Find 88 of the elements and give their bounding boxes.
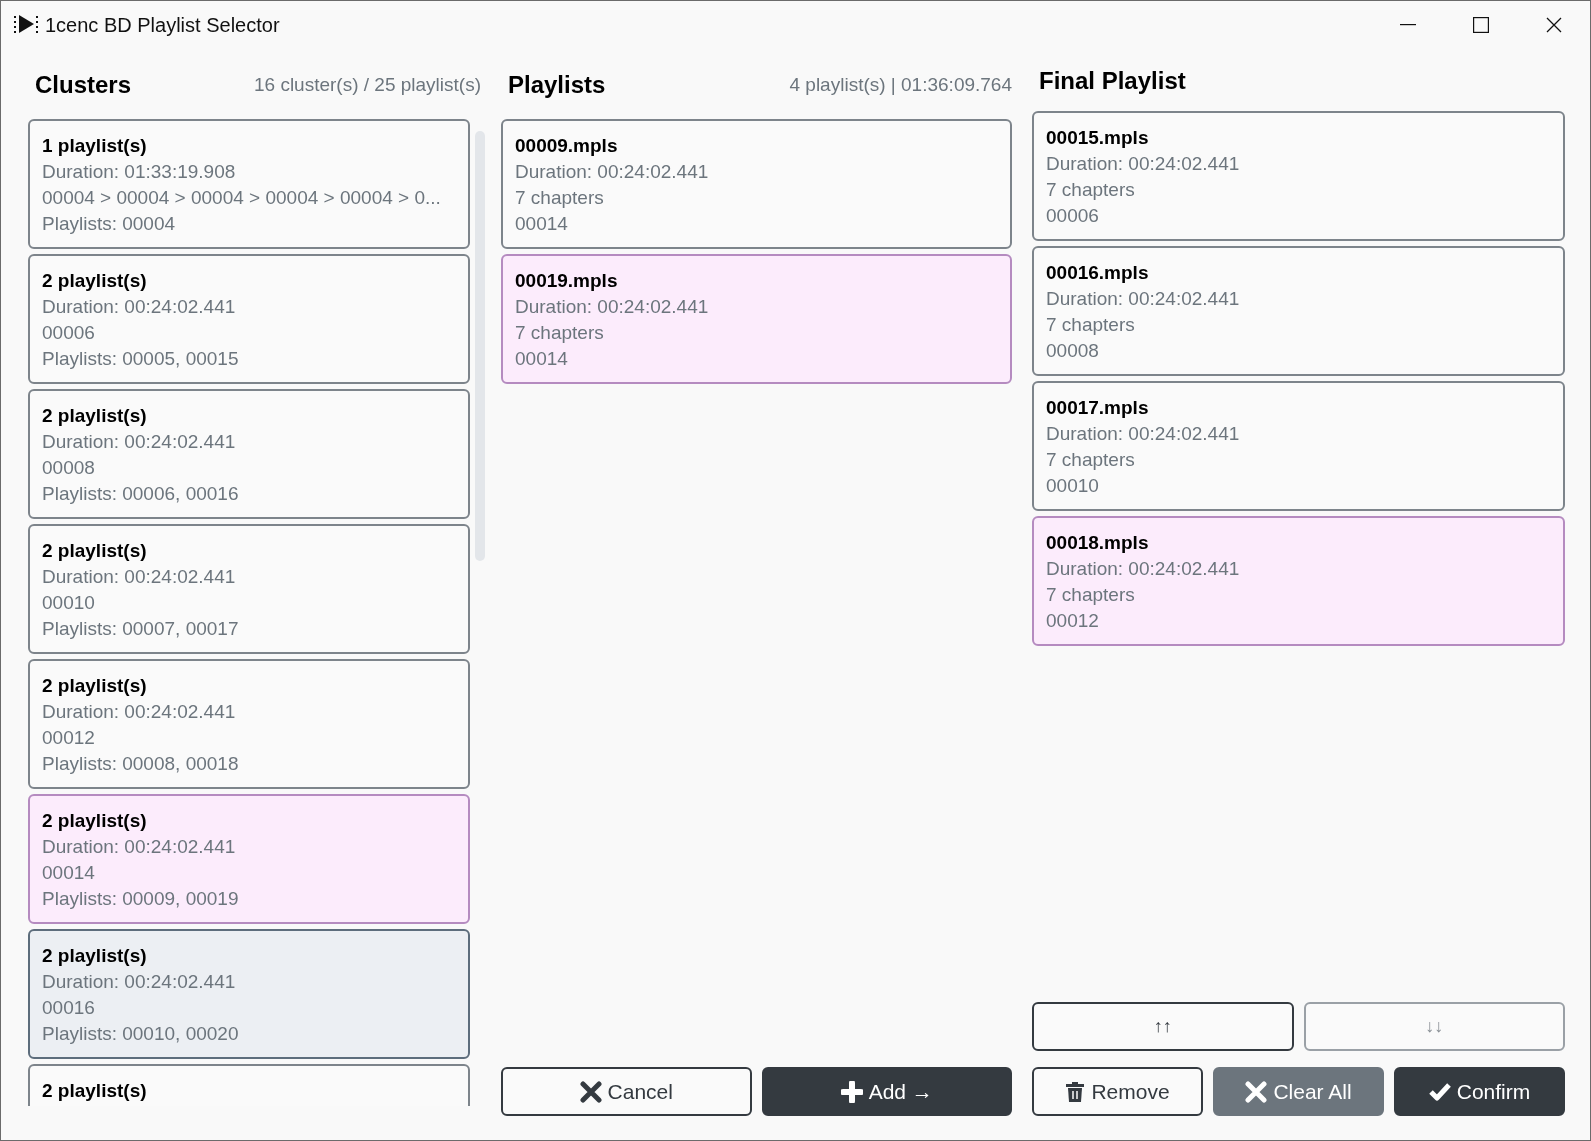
card-detail: Duration: 00:24:02.441	[42, 565, 237, 589]
card-detail: 7 chapters	[515, 186, 605, 210]
card-title: 2 playlist(s)	[42, 269, 148, 293]
action-button[interactable]: Cancel	[501, 1067, 752, 1116]
card-title: 00015.mpls	[1046, 126, 1150, 150]
card-detail: 00016	[42, 996, 96, 1020]
card-title: 00016.mpls	[1046, 261, 1150, 285]
cluster-count: 16 cluster(s) / 25 playlist(s)	[254, 72, 481, 97]
maximize-icon	[1472, 17, 1489, 33]
card-detail: 00006	[1046, 204, 1100, 228]
action-button[interactable]: Clear All	[1213, 1067, 1384, 1116]
playlist-card[interactable]: 00009.mpls Duration: 00:24:02.441 7 chapters 00014	[501, 119, 1012, 249]
card-detail: Playlists: 00006, 00016	[42, 482, 240, 506]
card-title: 00018.mpls	[1046, 531, 1150, 555]
cluster-card[interactable]: 2 playlist(s) Duration: 00:24:02.441 00010 Playlists: 00007, 00017	[28, 524, 470, 654]
card-title: 00017.mpls	[1046, 396, 1150, 420]
card-detail: 00004 > 00004 > 00004 > 00004 > 00004 > 0...	[42, 186, 442, 210]
card-title: 2 playlist(s)	[42, 944, 148, 968]
card-detail: Duration: 00:24:02.441	[515, 295, 710, 319]
card-detail: 00012	[1046, 609, 1100, 633]
action-button[interactable]: Confirm	[1394, 1067, 1565, 1116]
card-detail: 00014	[42, 861, 96, 885]
card-detail: 00008	[1046, 339, 1100, 363]
playlist-card[interactable]: 00019.mpls Duration: 00:24:02.441 7 chapters 00014	[501, 254, 1012, 384]
window-title: 1cenc BD Playlist Selector	[45, 13, 280, 38]
playlist-card[interactable]: 00016.mpls Duration: 00:24:02.441 7 chapters 00008	[1032, 246, 1565, 376]
card-detail: 00006	[42, 321, 96, 345]
card-detail: Duration: 00:24:02.441	[42, 970, 237, 994]
card-detail: Duration: 00:24:02.441	[42, 295, 237, 319]
card-detail: Playlists: 00010, 00020	[42, 1022, 240, 1046]
card-title: 00019.mpls	[515, 269, 619, 293]
card-detail: Playlists: 00007, 00017	[42, 617, 240, 641]
card-detail: Duration: 00:24:02.441	[42, 430, 237, 454]
card-detail: Duration: 01:33:19.908	[42, 160, 237, 184]
app-logo-icon	[13, 14, 39, 36]
card-detail: 00012	[42, 726, 96, 750]
card-detail: 7 chapters	[1046, 583, 1136, 607]
action-button[interactable]: Remove	[1032, 1067, 1203, 1116]
card-detail: 00010	[42, 591, 96, 615]
card-detail: Duration: 00:24:02.441	[42, 700, 237, 724]
card-detail: 00008	[42, 456, 96, 480]
cluster-card[interactable]: 1 playlist(s) Duration: 01:33:19.908 00004 > 00004 > 00004 > 00004 > 00004 > 0... Playlists: 00004	[28, 119, 470, 249]
card-detail: Playlists: 00004	[42, 212, 177, 236]
section-heading: Playlists	[507, 70, 606, 100]
card-title: 2 playlist(s)	[42, 539, 148, 563]
card-detail: 7 chapters	[1046, 448, 1136, 472]
card-detail: 00014	[515, 347, 569, 371]
card-detail: Duration: 00:24:02.441	[1046, 422, 1241, 446]
move-button[interactable]: ↑↑	[1032, 1002, 1294, 1051]
card-detail: 7 chapters	[1046, 178, 1136, 202]
card-title: 1 playlist(s)	[42, 134, 148, 158]
card-detail: Duration: 00:24:02.441	[42, 835, 237, 859]
cluster-card[interactable]: 2 playlist(s) Duration: 00:24:02.441 00006 Playlists: 00005, 00015	[28, 254, 470, 384]
trash-icon	[1065, 1080, 1086, 1103]
card-detail: Playlists: 00009, 00019	[42, 887, 240, 911]
card-detail: Duration: 00:24:02.441	[1046, 557, 1241, 581]
section-heading: Final Playlist	[1038, 66, 1186, 96]
playlist-card[interactable]: 00018.mpls Duration: 00:24:02.441 7 chapters 00012	[1032, 516, 1565, 646]
card-title: 2 playlist(s)	[42, 1079, 148, 1103]
card-detail: Playlists: 00005, 00015	[42, 347, 240, 371]
close-icon	[579, 1080, 602, 1103]
card-detail: 00014	[515, 212, 569, 236]
card-detail: Duration: 00:24:02.441	[1046, 287, 1241, 311]
card-detail: Duration: 00:24:02.441	[1046, 152, 1241, 176]
card-detail: 00010	[1046, 474, 1100, 498]
plus-icon	[840, 1080, 863, 1103]
card-detail: Playlists: 00008, 00018	[42, 752, 240, 776]
playlist-card[interactable]: 00015.mpls Duration: 00:24:02.441 7 chapters 00006	[1032, 111, 1565, 241]
cluster-card[interactable]: 2 playlist(s) Duration: 00:24:02.441 00012 Playlists: 00008, 00018	[28, 659, 470, 789]
card-detail: 7 chapters	[515, 321, 605, 345]
playlist-card[interactable]: 00017.mpls Duration: 00:24:02.441 7 chapters 00010	[1032, 381, 1565, 511]
playlist-summary: 4 playlist(s) | 01:36:09.764	[789, 72, 1012, 97]
check-icon	[1428, 1081, 1451, 1102]
section-heading: Clusters	[34, 70, 132, 100]
action-button[interactable]: Add →	[761, 1067, 1012, 1116]
card-title: 2 playlist(s)	[42, 404, 148, 428]
cluster-card[interactable]: 2 playlist(s) Duration: 00:24:02.441 00008 Playlists: 00006, 00016	[28, 389, 470, 519]
cluster-card[interactable]: 2 playlist(s) Duration: 00:24:02.441 00014 Playlists: 00009, 00019	[28, 794, 470, 924]
card-detail: Duration: 00:24:02.441	[515, 160, 710, 184]
card-detail: 7 chapters	[1046, 313, 1136, 337]
card-title: 00009.mpls	[515, 134, 619, 158]
cluster-card[interactable]: 2 playlist(s) Duration: 00:24:02.441 00016 Playlists: 00010, 00020	[28, 929, 470, 1059]
cluster-card[interactable]: 2 playlist(s)	[28, 1064, 470, 1106]
card-title: 2 playlist(s)	[42, 809, 148, 833]
card-title: 2 playlist(s)	[42, 674, 148, 698]
close-icon	[1245, 1080, 1268, 1103]
close-icon	[1545, 17, 1562, 33]
minimize-icon	[1399, 24, 1416, 26]
